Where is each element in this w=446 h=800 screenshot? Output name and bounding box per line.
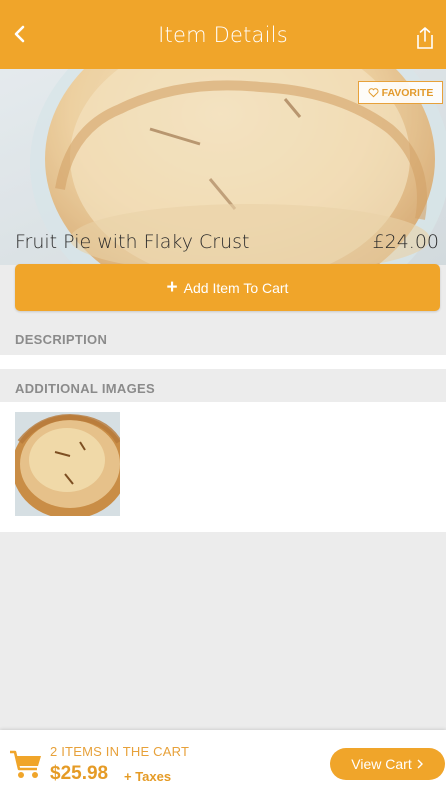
share-icon[interactable]: [414, 26, 436, 50]
app-header: Item Details: [0, 0, 446, 69]
additional-images-list: [0, 402, 446, 532]
pie-thumbnail-photo: [15, 412, 120, 516]
view-cart-button[interactable]: View Cart: [330, 748, 445, 780]
description-body: [0, 355, 446, 369]
additional-images-heading: ADDITIONAL IMAGES: [15, 381, 155, 396]
page-title: Item Details: [158, 22, 288, 47]
item-hero-image: FAVORITE Fruit Pie with Flaky Crust £24.…: [0, 69, 446, 265]
cart-taxes-note: + Taxes: [124, 769, 172, 784]
shopping-cart-icon[interactable]: [9, 748, 43, 780]
favorite-button[interactable]: FAVORITE: [358, 81, 443, 104]
add-to-cart-label: Add Item To Cart: [183, 279, 289, 296]
add-item-to-cart-button[interactable]: + Add Item To Cart: [15, 264, 440, 311]
item-name: Fruit Pie with Flaky Crust: [15, 231, 250, 253]
favorite-label: FAVORITE: [381, 86, 434, 99]
heart-icon: [368, 88, 379, 98]
chevron-right-icon: [417, 759, 423, 769]
item-price: £24.00: [372, 231, 439, 253]
additional-image-thumbnail[interactable]: [15, 412, 120, 516]
cart-total: $25.98: [50, 763, 109, 784]
cart-item-count: 2 ITEMS IN THE CART: [50, 744, 190, 759]
cart-summary-bar: 2 ITEMS IN THE CART $25.98 + Taxes View …: [0, 730, 446, 800]
plus-icon: +: [166, 276, 178, 298]
chevron-left-icon[interactable]: [8, 22, 32, 46]
description-heading: DESCRIPTION: [15, 332, 108, 347]
view-cart-label: View Cart: [351, 756, 412, 772]
